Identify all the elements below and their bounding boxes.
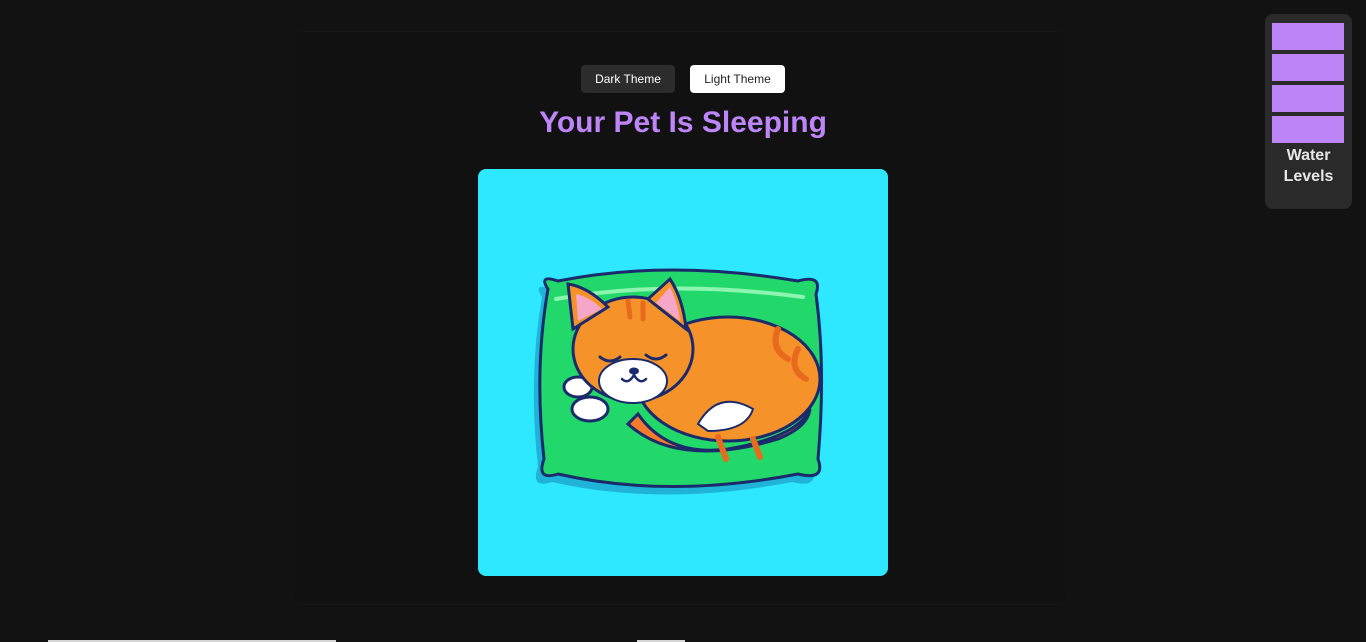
page-title: Your Pet Is Sleeping <box>539 106 827 139</box>
pet-image <box>478 169 888 576</box>
sleeping-cat-illustration <box>533 268 824 495</box>
water-level-bar <box>1272 85 1344 112</box>
water-level-bar <box>1272 23 1344 50</box>
light-theme-button[interactable]: Light Theme <box>690 65 785 93</box>
water-label-line2: Levels <box>1283 168 1334 185</box>
app-stage: Dark Theme Light Theme Your Pet Is Sleep… <box>0 0 1366 642</box>
water-levels-label: Water Levels <box>1265 145 1352 187</box>
water-label-line1: Water <box>1286 147 1331 164</box>
theme-switcher: Dark Theme Light Theme <box>581 65 785 93</box>
water-level-bar <box>1272 54 1344 81</box>
water-levels-widget: Water Levels <box>1265 14 1352 209</box>
water-level-bars <box>1272 23 1344 147</box>
water-level-bar <box>1272 116 1344 143</box>
dark-theme-button[interactable]: Dark Theme <box>581 65 675 93</box>
